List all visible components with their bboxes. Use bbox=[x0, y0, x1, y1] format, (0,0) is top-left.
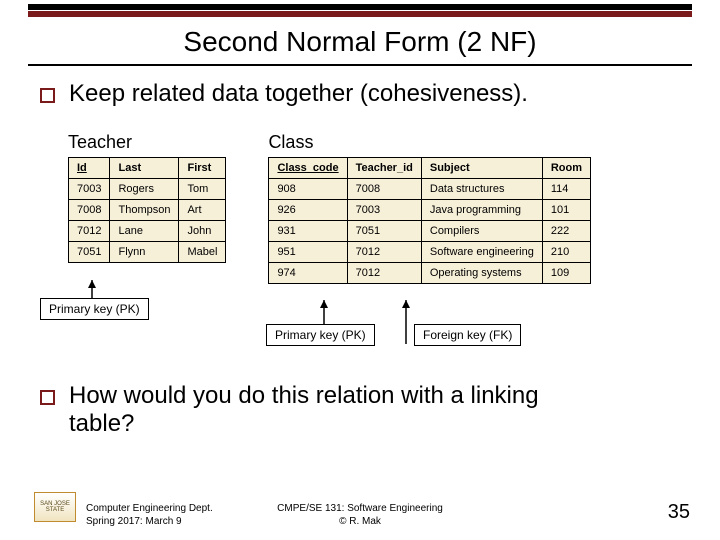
table-row: 9747012Operating systems109 bbox=[269, 263, 591, 284]
table-row: 7003RogersTom bbox=[69, 179, 226, 200]
bullet-1: Keep related data together (cohesiveness… bbox=[40, 80, 680, 108]
table-cell: Mabel bbox=[179, 242, 226, 263]
table-cell: 7012 bbox=[69, 221, 110, 242]
pk-label-teacher: Primary key (PK) bbox=[40, 298, 149, 320]
bullet-2-text: How would you do this relation with a li… bbox=[69, 382, 589, 438]
teacher-table-title: Teacher bbox=[68, 132, 226, 153]
table-row: 9317051Compilers222 bbox=[269, 221, 591, 242]
table-row: 7051FlynnMabel bbox=[69, 242, 226, 263]
slide: Second Normal Form (2 NF) Keep related d… bbox=[0, 0, 720, 540]
table-cell: 7051 bbox=[347, 221, 421, 242]
table-row: 9267003Java programming101 bbox=[269, 200, 591, 221]
table-cell: 7012 bbox=[347, 263, 421, 284]
table-cell: 7008 bbox=[69, 200, 110, 221]
table-cell: 7003 bbox=[347, 200, 421, 221]
fk-label-class: Foreign key (FK) bbox=[414, 324, 521, 346]
table-cell: 908 bbox=[269, 179, 347, 200]
table-cell: 109 bbox=[542, 263, 590, 284]
class-table-title: Class bbox=[268, 132, 591, 153]
table-cell: Data structures bbox=[421, 179, 542, 200]
table-cell: Rogers bbox=[110, 179, 179, 200]
bullet-marker-icon bbox=[40, 390, 55, 405]
class-table: Class_codeTeacher_idSubjectRoom9087008Da… bbox=[268, 157, 591, 284]
title-underline bbox=[28, 64, 692, 66]
table-cell: 951 bbox=[269, 242, 347, 263]
table-cell: Software engineering bbox=[421, 242, 542, 263]
table-row: 7012LaneJohn bbox=[69, 221, 226, 242]
slide-body: Keep related data together (cohesiveness… bbox=[40, 80, 680, 438]
table-row: 9517012Software engineering210 bbox=[269, 242, 591, 263]
footer: SAN JOSE STATE Computer Engineering Dept… bbox=[0, 490, 720, 530]
table-cell: 210 bbox=[542, 242, 590, 263]
bullet-marker-icon bbox=[40, 88, 55, 103]
column-header: Teacher_id bbox=[347, 158, 421, 179]
table-cell: 101 bbox=[542, 200, 590, 221]
tables-row: Teacher IdLastFirst7003RogersTom7008Thom… bbox=[68, 132, 680, 284]
table-cell: Art bbox=[179, 200, 226, 221]
table-cell: Java programming bbox=[421, 200, 542, 221]
key-labels-row: Primary key (PK) Primary key (PK) Foreig… bbox=[40, 284, 680, 364]
table-cell: 114 bbox=[542, 179, 590, 200]
table-cell: 974 bbox=[269, 263, 347, 284]
column-header: First bbox=[179, 158, 226, 179]
table-cell: 926 bbox=[269, 200, 347, 221]
footer-pagenum: 35 bbox=[668, 501, 690, 524]
teacher-table: IdLastFirst7003RogersTom7008ThompsonArt7… bbox=[68, 157, 226, 263]
table-cell: 222 bbox=[542, 221, 590, 242]
column-header: Last bbox=[110, 158, 179, 179]
slide-title: Second Normal Form (2 NF) bbox=[0, 26, 720, 58]
table-cell: Tom bbox=[179, 179, 226, 200]
table-cell: Lane bbox=[110, 221, 179, 242]
column-header: Room bbox=[542, 158, 590, 179]
table-row: 7008ThompsonArt bbox=[69, 200, 226, 221]
table-cell: Compilers bbox=[421, 221, 542, 242]
table-row: 9087008Data structures114 bbox=[269, 179, 591, 200]
footer-center-line2: © R. Mak bbox=[0, 515, 720, 528]
pk-label-class: Primary key (PK) bbox=[266, 324, 375, 346]
bullet-2: How would you do this relation with a li… bbox=[40, 382, 680, 438]
footer-center-line1: CMPE/SE 131: Software Engineering bbox=[0, 502, 720, 515]
table-cell: John bbox=[179, 221, 226, 242]
footer-center: CMPE/SE 131: Software Engineering © R. M… bbox=[0, 502, 720, 528]
table-cell: Thompson bbox=[110, 200, 179, 221]
table-cell: 7051 bbox=[69, 242, 110, 263]
table-cell: Flynn bbox=[110, 242, 179, 263]
table-cell: 7008 bbox=[347, 179, 421, 200]
bullet-1-text: Keep related data together (cohesiveness… bbox=[69, 80, 528, 108]
decor-bar-maroon bbox=[28, 11, 692, 17]
teacher-table-block: Teacher IdLastFirst7003RogersTom7008Thom… bbox=[68, 132, 226, 284]
decor-bar-black bbox=[28, 4, 692, 10]
column-header: Subject bbox=[421, 158, 542, 179]
table-cell: Operating systems bbox=[421, 263, 542, 284]
table-cell: 7012 bbox=[347, 242, 421, 263]
table-cell: 7003 bbox=[69, 179, 110, 200]
class-table-block: Class Class_codeTeacher_idSubjectRoom908… bbox=[268, 132, 591, 284]
table-cell: 931 bbox=[269, 221, 347, 242]
column-header: Class_code bbox=[269, 158, 347, 179]
column-header: Id bbox=[69, 158, 110, 179]
